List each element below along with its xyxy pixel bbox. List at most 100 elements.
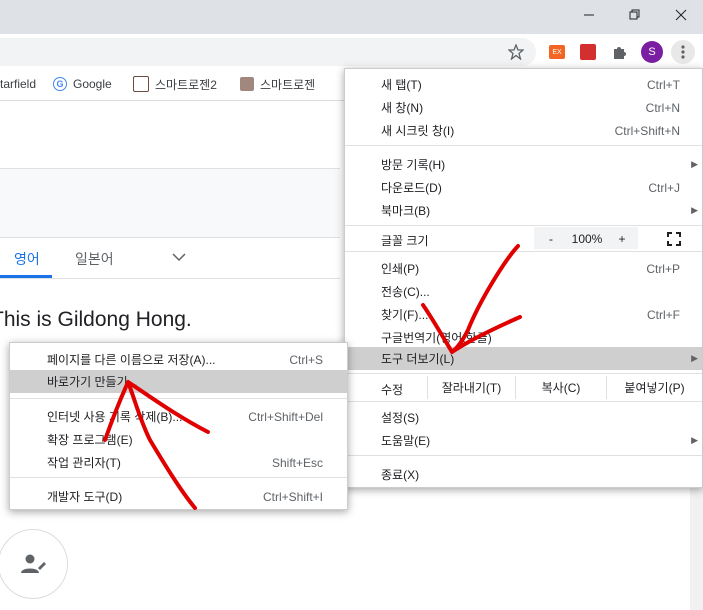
minimize-icon (584, 14, 594, 16)
restore-button[interactable] (612, 0, 658, 30)
menu-item-label: 방문 기록(H) (381, 158, 446, 172)
submenu-item-clear-browsing-data[interactable]: 인터넷 사용 기록 삭제(B)... Ctrl+Shift+Del (10, 405, 347, 428)
menu-item-shortcut: Ctrl+Shift+N (614, 123, 680, 138)
package-icon (240, 77, 254, 91)
menu-item-settings[interactable]: 설정(S) (345, 406, 702, 429)
bookmark-item[interactable]: 스마트로젠 (240, 76, 315, 92)
menu-separator (345, 251, 702, 252)
menu-item-new-tab[interactable]: 새 탭(T) Ctrl+T (345, 73, 702, 96)
menu-item-help[interactable]: 도움말(E) ▶ (345, 429, 702, 452)
contribute-button[interactable] (0, 529, 68, 599)
page-scrollbar[interactable] (690, 468, 703, 610)
menu-item-shortcut: Ctrl+Shift+I (262, 489, 323, 504)
bookmark-label: 스마트로젠2 (155, 77, 217, 92)
acrobat-icon (580, 44, 596, 60)
puzzle-icon (614, 47, 626, 59)
zoom-level: 100% (571, 231, 603, 246)
menu-item-shortcut: Ctrl+N (645, 100, 680, 115)
image-icon (133, 76, 149, 92)
fullscreen-button[interactable] (653, 227, 695, 250)
menu-item-find[interactable]: 찾기(F)... Ctrl+F (345, 303, 702, 326)
menu-item-print[interactable]: 인쇄(P) Ctrl+P (345, 257, 702, 280)
chrome-main-menu: 새 탭(T) Ctrl+T 새 창(N) Ctrl+N 새 시크릿 창(I) C… (344, 68, 703, 488)
profile-button[interactable]: S (640, 40, 664, 64)
menu-item-more-tools[interactable]: 도구 더보기(L) ▶ (345, 347, 702, 370)
menu-item-label: 작업 관리자(T) (47, 456, 121, 470)
menu-item-label: 다운로드(D) (381, 181, 442, 195)
submenu-item-task-manager[interactable]: 작업 관리자(T) Shift+Esc (10, 451, 347, 474)
menu-separator (345, 401, 702, 402)
extensions-button[interactable] (607, 40, 631, 64)
address-bar[interactable] (0, 38, 536, 66)
bookmark-label: Google (73, 77, 112, 91)
menu-item-incognito[interactable]: 새 시크릿 창(I) Ctrl+Shift+N (345, 119, 702, 142)
submenu-arrow-icon: ▶ (691, 353, 698, 363)
menu-item-label: 북마크(B) (381, 204, 431, 218)
menu-separator (10, 477, 347, 478)
bookmark-label: 스마트로젠 (260, 77, 316, 92)
translate-input-area (0, 168, 340, 238)
translation-result: This is Gildong Hong. (0, 308, 192, 331)
language-tabs: 영어 일본어 (0, 236, 340, 279)
tab-english[interactable]: 영어 (14, 249, 40, 269)
kebab-menu-icon (681, 45, 685, 59)
submenu-item-developer-tools[interactable]: 개발자 도구(D) Ctrl+Shift+I (10, 485, 347, 508)
menu-item-downloads[interactable]: 다운로드(D) Ctrl+J (345, 176, 702, 199)
menu-separator (345, 225, 702, 226)
menu-item-label: 설정(S) (381, 411, 420, 425)
menu-item-history[interactable]: 방문 기록(H) ▶ (345, 153, 702, 176)
menu-item-label: 페이지를 다른 이름으로 저장(A)... (47, 353, 216, 367)
menu-item-label: 구글번역기(영어,한글) (381, 331, 492, 345)
menu-item-label: 도구 더보기(L) (381, 352, 455, 366)
bookmark-star-button[interactable] (504, 40, 528, 64)
menu-item-shortcut: Ctrl+T (647, 77, 680, 92)
edit-row: 수정 잘라내기(T) 복사(C) 붙여넣기(P) (345, 376, 702, 399)
zoom-out-button[interactable]: - (534, 227, 568, 250)
menu-separator (345, 455, 702, 456)
menu-item-label: 인터넷 사용 기록 삭제(B)... (47, 410, 183, 424)
bookmark-item[interactable]: tarfield (0, 76, 36, 92)
submenu-arrow-icon: ▶ (691, 159, 698, 169)
person-edit-icon (21, 554, 46, 573)
bookmark-item[interactable]: 스마트로젠2 (133, 76, 217, 92)
zoom-row: 글꼴 크기 - 100% + (345, 227, 702, 250)
submenu-item-extensions[interactable]: 확장 프로그램(E) (10, 428, 347, 451)
menu-item-exit[interactable]: 종료(X) (345, 463, 702, 486)
acrobat-extension-button[interactable] (576, 40, 600, 64)
edit-label: 수정 (381, 383, 404, 397)
submenu-item-create-shortcut[interactable]: 바로가기 만들기... (10, 370, 347, 393)
menu-separator (345, 145, 702, 146)
menu-item-label: 새 탭(T) (381, 78, 422, 92)
menu-separator (345, 373, 702, 374)
menu-item-shortcut: Ctrl+F (647, 307, 680, 322)
restore-icon (629, 9, 640, 20)
zoom-in-button[interactable]: + (606, 227, 638, 250)
menu-item-label: 개발자 도구(D) (47, 490, 123, 504)
submenu-arrow-icon: ▶ (691, 205, 698, 215)
chevron-down-icon[interactable] (172, 252, 186, 262)
google-icon: G (53, 77, 67, 91)
menu-item-bookmarks[interactable]: 북마크(B) ▶ (345, 199, 702, 222)
menu-item-label: 새 창(N) (381, 101, 424, 115)
bookmark-item[interactable]: G Google (53, 76, 112, 92)
menu-separator (10, 398, 347, 399)
extension-ex-icon: EX (549, 45, 565, 59)
menu-button[interactable] (671, 40, 695, 64)
copy-button[interactable]: 복사(C) (515, 376, 606, 399)
paste-button[interactable]: 붙여넣기(P) (606, 376, 702, 399)
close-window-button[interactable] (658, 0, 703, 30)
menu-item-new-window[interactable]: 새 창(N) Ctrl+N (345, 96, 702, 119)
menu-item-cast[interactable]: 전송(C)... (345, 280, 702, 303)
star-icon (508, 44, 524, 60)
menu-item-label: 도움말(E) (381, 434, 431, 448)
title-bar (0, 0, 703, 34)
menu-item-google-translate-app[interactable]: 구글번역기(영어,한글) (345, 326, 702, 349)
avatar: S (641, 41, 663, 63)
menu-item-shortcut: Ctrl+J (648, 180, 680, 195)
tab-japanese[interactable]: 일본어 (75, 249, 114, 269)
menu-item-label: 확장 프로그램(E) (47, 433, 133, 447)
minimize-button[interactable] (566, 0, 612, 30)
cut-button[interactable]: 잘라내기(T) (427, 376, 515, 399)
extension-ex-button[interactable]: EX (545, 40, 569, 64)
submenu-item-save-page-as[interactable]: 페이지를 다른 이름으로 저장(A)... Ctrl+S (10, 348, 347, 371)
